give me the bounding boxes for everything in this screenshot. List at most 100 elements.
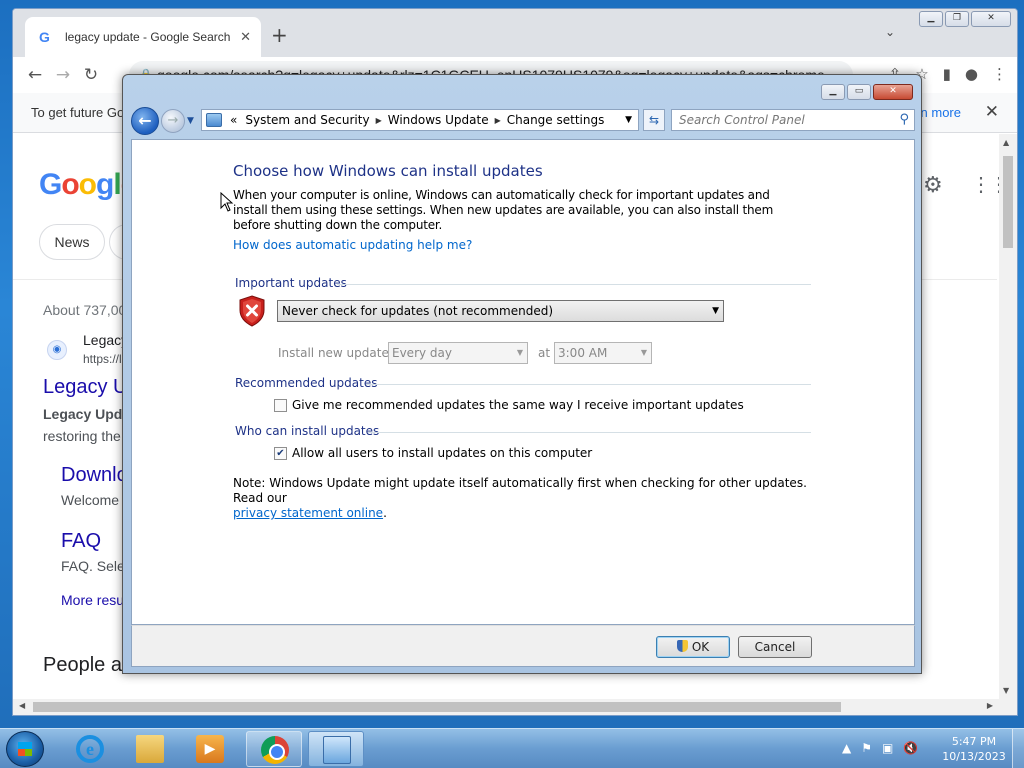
allow-all-users-checkbox[interactable]: ✔ Allow all users to install updates on … (274, 446, 592, 460)
cp-maximize-button[interactable]: ▭ (847, 84, 871, 100)
important-updates-select[interactable]: Never check for updates (not recommended… (277, 300, 724, 322)
scroll-up-icon[interactable]: ▲ (1003, 138, 1009, 147)
system-clock[interactable]: 5:47 PM 10/13/2023 (938, 734, 1010, 764)
forward-arrow-icon[interactable]: → (161, 109, 185, 133)
show-hidden-icons-chevron-icon[interactable]: ▲ (842, 741, 851, 755)
allow-all-users-label: Allow all users to install updates on th… (292, 446, 593, 460)
sitelink-faq[interactable]: FAQ (61, 530, 101, 553)
sitelink-download[interactable]: Downlo (61, 464, 128, 487)
taskbar-media-player[interactable]: ▶ (182, 731, 238, 767)
taskbar-google-chrome[interactable] (246, 731, 302, 767)
scroll-down-icon[interactable]: ▼ (1003, 686, 1009, 695)
taskbar-internet-explorer[interactable]: e (62, 731, 118, 767)
internet-explorer-icon: e (76, 735, 104, 763)
page-title: Choose how Windows can install updates (233, 162, 543, 180)
cp-address-bar[interactable]: « System and Security ▶ Windows Update ▶… (201, 109, 639, 131)
cp-minimize-button[interactable]: ▁ (821, 84, 845, 100)
menu-kebab-icon[interactable]: ⋮ (992, 65, 1007, 83)
infobar-learn-more-link[interactable]: n more (921, 105, 961, 120)
privacy-statement-link[interactable]: privacy statement online (233, 506, 383, 520)
tab-close-icon[interactable]: ✕ (240, 30, 251, 45)
refresh-icon[interactable]: ⇆ (643, 109, 665, 131)
cp-button-bar: OK Cancel (131, 625, 915, 667)
result-url[interactable]: https://l (83, 352, 122, 366)
checkbox-unchecked-icon[interactable] (274, 398, 287, 412)
site-favicon-icon: ◉ (47, 340, 67, 360)
scroll-thumb[interactable] (33, 702, 841, 712)
chrome-close-button[interactable]: ✕ (971, 11, 1011, 27)
chrome-minimize-button[interactable]: ▁ (919, 11, 943, 27)
scroll-thumb[interactable] (1003, 156, 1013, 248)
browser-tab[interactable]: G legacy update - Google Search ✕ (25, 17, 261, 57)
control-panel-icon (323, 736, 351, 764)
back-arrow-icon[interactable]: ← (21, 65, 49, 85)
result-snippet: restoring the (43, 428, 121, 444)
group-divider (366, 384, 811, 385)
breadcrumb-overflow[interactable]: « (226, 113, 241, 127)
chrome-restore-button[interactable]: ❐ (945, 11, 969, 27)
cp-window-controls: ▁ ▭ ✕ (821, 84, 913, 100)
cp-content: Choose how Windows can install updates W… (131, 139, 915, 625)
show-desktop-button[interactable] (1012, 729, 1024, 768)
dropdown-arrow-icon: ▼ (712, 306, 719, 316)
recommended-updates-checkbox[interactable]: Give me recommended updates the same way… (274, 398, 744, 412)
breadcrumb-windows-update[interactable]: Windows Update (384, 113, 493, 127)
new-tab-icon[interactable]: + (271, 23, 288, 47)
search-icon[interactable]: ⚲ (899, 110, 909, 130)
start-button[interactable] (6, 731, 44, 767)
cp-search-input[interactable]: Search Control Panel ⚲ (671, 109, 915, 131)
breadcrumb-system-security[interactable]: System and Security (241, 113, 373, 127)
google-favicon-icon: G (39, 29, 50, 45)
control-panel-icon (206, 113, 222, 127)
recent-pages-chevron-icon[interactable]: ▼ (187, 116, 194, 126)
scroll-right-icon[interactable]: ▶ (987, 701, 993, 710)
important-updates-value: Never check for updates (not recommended… (282, 304, 554, 318)
group-divider (368, 432, 811, 433)
taskbar-windows-explorer[interactable] (122, 731, 178, 767)
cp-navigation-bar: ← → ▼ « System and Security ▶ Windows Up… (131, 107, 915, 135)
help-link[interactable]: How does automatic updating help me? (233, 238, 472, 252)
frequency-select[interactable]: Every day ▼ (388, 342, 528, 364)
sitelink-desc: FAQ. Sele (61, 558, 125, 574)
more-results-link[interactable]: More resu (61, 592, 124, 608)
taskbar-control-panel[interactable] (308, 731, 364, 767)
breadcrumb-separator-icon[interactable]: ▶ (374, 116, 384, 125)
tab-search-chevron-icon[interactable]: ⌄ (885, 25, 895, 39)
dropdown-arrow-icon: ▼ (640, 348, 647, 357)
note-body: Note: Windows Update might update itself… (233, 476, 807, 505)
search-placeholder: Search Control Panel (679, 113, 805, 127)
reload-icon[interactable]: ↻ (77, 65, 105, 85)
cancel-button[interactable]: Cancel (738, 636, 812, 658)
address-dropdown-icon[interactable]: ▼ (618, 115, 638, 125)
install-new-updates-label: Install new updates: (278, 346, 400, 360)
cp-close-button[interactable]: ✕ (873, 84, 913, 100)
volume-muted-icon[interactable]: 🔇 (903, 741, 918, 755)
tab-title: legacy update - Google Search (65, 30, 231, 44)
breadcrumb-change-settings[interactable]: Change settings (503, 113, 609, 127)
profile-avatar-icon[interactable]: ● (965, 65, 978, 83)
control-panel-window: ▁ ▭ ✕ ← → ▼ « System and Security ▶ Wind… (122, 74, 922, 674)
group-title-who-can-install: Who can install updates (235, 424, 380, 438)
checkbox-checked-icon[interactable]: ✔ (274, 446, 287, 460)
mouse-pointer-icon (220, 192, 234, 212)
network-icon[interactable]: ▣ (882, 741, 893, 755)
infobar-close-icon[interactable]: ✕ (985, 102, 999, 122)
settings-gear-icon[interactable]: ⚙ (923, 172, 943, 198)
news-filter-chip[interactable]: News (39, 224, 105, 260)
vertical-scrollbar[interactable]: ▲ ▼ (999, 134, 1017, 699)
side-panel-icon[interactable]: ▮ (943, 65, 951, 83)
group-title-recommended: Recommended updates (235, 376, 378, 390)
time-select[interactable]: 3:00 AM ▼ (554, 342, 652, 364)
scroll-left-icon[interactable]: ◀ (19, 701, 25, 710)
result-title-link[interactable]: Legacy U (43, 376, 128, 399)
folder-icon (136, 735, 164, 763)
action-center-flag-icon[interactable]: ⚑ (861, 741, 872, 755)
system-tray: ▲ ⚑ ▣ 🔇 (842, 741, 918, 755)
back-arrow-icon[interactable]: ← (131, 107, 159, 135)
ok-button[interactable]: OK (656, 636, 730, 658)
uac-shield-icon (676, 640, 688, 652)
forward-arrow-icon[interactable]: → (49, 65, 77, 85)
breadcrumb-separator-icon[interactable]: ▶ (493, 116, 503, 125)
horizontal-scrollbar[interactable]: ◀ ▶ (13, 699, 1017, 715)
chrome-icon (261, 736, 289, 764)
